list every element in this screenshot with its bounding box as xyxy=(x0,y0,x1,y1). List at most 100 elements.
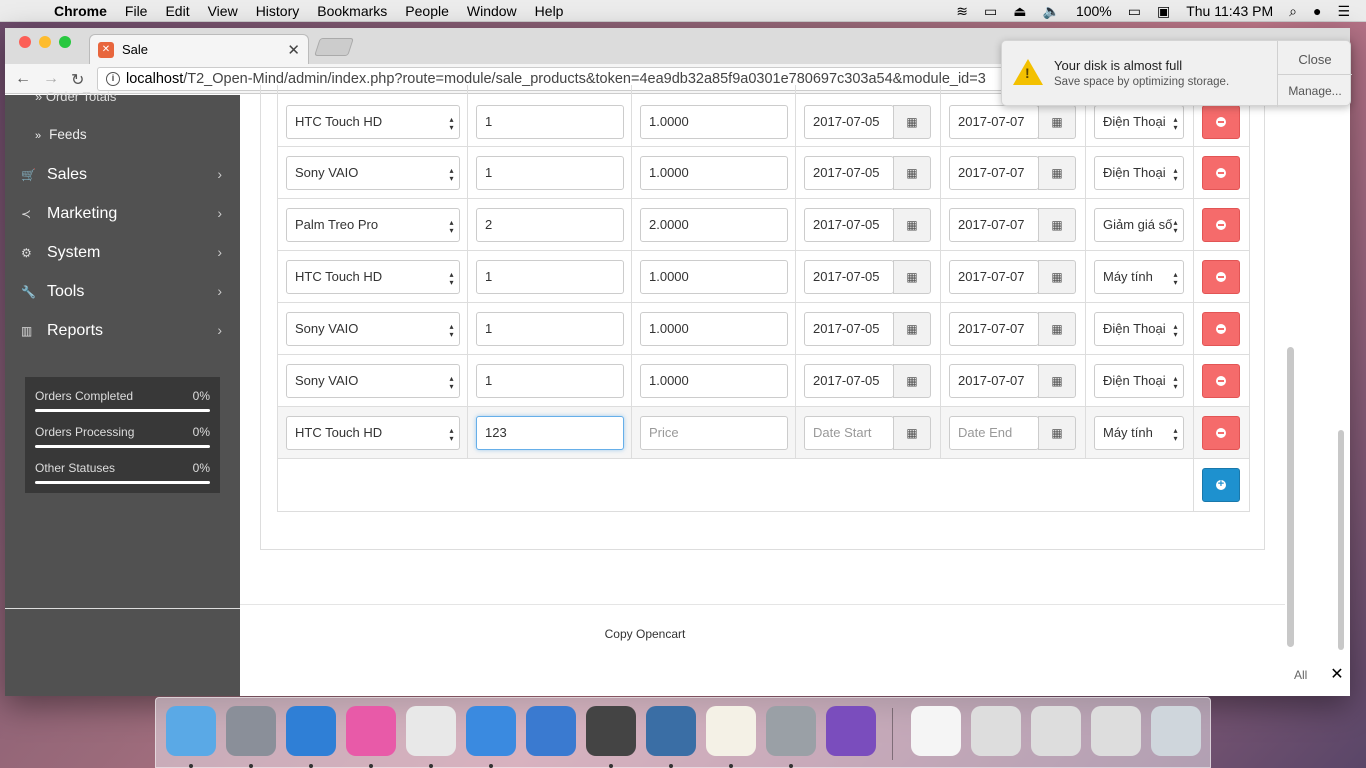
spotlight-icon[interactable]: ⌕ xyxy=(1289,3,1297,20)
calendar-icon[interactable]: ▦ xyxy=(893,416,931,450)
calendar-icon[interactable]: ▦ xyxy=(893,156,931,190)
menu-edit[interactable]: Edit xyxy=(165,3,189,19)
sidebar-item-system[interactable]: ⚙ System › xyxy=(5,233,240,272)
calendar-icon[interactable]: ▦ xyxy=(893,260,931,294)
price-input[interactable]: 1.0000 xyxy=(640,105,788,139)
dock-screenshot-3-icon[interactable] xyxy=(1091,706,1141,756)
sidebar-item-order-totals[interactable]: » Order Totals xyxy=(35,89,116,104)
info-icon[interactable]: i xyxy=(106,72,120,87)
customer-group-select[interactable]: Điện Thoại xyxy=(1094,156,1184,190)
price-input[interactable]: 1.0000 xyxy=(640,312,788,346)
wifi-icon[interactable]: ≋ xyxy=(956,3,968,20)
dock-document-icon[interactable] xyxy=(911,706,961,756)
dock-xcode-icon[interactable] xyxy=(526,706,576,756)
date-start-input[interactable]: Date Start xyxy=(804,416,894,450)
dock-launchpad-icon[interactable] xyxy=(226,706,276,768)
menu-view[interactable]: View xyxy=(208,3,238,19)
date-end-input[interactable]: Date End xyxy=(949,416,1039,450)
calendar-icon[interactable]: ▦ xyxy=(893,364,931,398)
customer-group-select[interactable]: Điện Thoại xyxy=(1094,312,1184,346)
calendar-icon[interactable]: ▦ xyxy=(893,105,931,139)
notification-close-button[interactable]: Close xyxy=(1278,52,1352,67)
dock-mysql-workbench-icon[interactable] xyxy=(646,706,696,768)
date-start-input[interactable]: 2017-07-05 xyxy=(804,156,894,190)
quantity-input[interactable]: 1 xyxy=(476,260,624,294)
calendar-icon[interactable]: ▦ xyxy=(1038,312,1076,346)
close-tab-icon[interactable]: ✕ xyxy=(287,41,300,59)
dock-sublime-text-icon[interactable] xyxy=(586,706,636,768)
quantity-input[interactable]: 1 xyxy=(476,364,624,398)
calendar-icon[interactable]: ▦ xyxy=(893,208,931,242)
remove-row-button[interactable] xyxy=(1202,312,1240,346)
customer-group-select[interactable]: Máy tính xyxy=(1094,260,1184,294)
add-row-button[interactable] xyxy=(1202,468,1240,502)
product-select[interactable]: HTC Touch HD xyxy=(286,416,460,450)
sidebar-item-sales[interactable]: 🛒 Sales › xyxy=(5,155,240,194)
menu-people[interactable]: People xyxy=(405,3,449,19)
remove-row-button[interactable] xyxy=(1202,105,1240,139)
customer-group-select[interactable]: Điện Thoại xyxy=(1094,105,1184,139)
calendar-icon[interactable]: ▦ xyxy=(1038,260,1076,294)
product-select[interactable]: HTC Touch HD xyxy=(286,105,460,139)
quantity-input[interactable]: 1 xyxy=(476,105,624,139)
price-input[interactable]: 1.0000 xyxy=(640,156,788,190)
quantity-input[interactable]: 1 xyxy=(476,312,624,346)
price-input[interactable]: Price xyxy=(640,416,788,450)
dock-chrome-icon[interactable] xyxy=(406,706,456,768)
calendar-icon[interactable]: ▦ xyxy=(893,312,931,346)
quantity-input[interactable]: 123 xyxy=(476,416,624,450)
date-end-input[interactable]: 2017-07-07 xyxy=(949,364,1039,398)
price-input[interactable]: 1.0000 xyxy=(640,364,788,398)
eject-icon[interactable]: ⏏ xyxy=(1013,3,1026,20)
price-input[interactable]: 1.0000 xyxy=(640,260,788,294)
page-scrollbar-thumb[interactable] xyxy=(1287,347,1294,647)
remove-row-button[interactable] xyxy=(1202,156,1240,190)
remove-row-button[interactable] xyxy=(1202,364,1240,398)
dock-trash-icon[interactable] xyxy=(1151,706,1201,756)
remove-row-button[interactable] xyxy=(1202,416,1240,450)
calendar-icon[interactable]: ▦ xyxy=(1038,364,1076,398)
menu-help[interactable]: Help xyxy=(535,3,564,19)
date-start-input[interactable]: 2017-07-05 xyxy=(804,364,894,398)
date-end-input[interactable]: 2017-07-07 xyxy=(949,105,1039,139)
menu-window[interactable]: Window xyxy=(467,3,517,19)
minimize-window-button[interactable] xyxy=(39,36,51,48)
dock-safari-icon[interactable] xyxy=(286,706,336,768)
price-input[interactable]: 2.0000 xyxy=(640,208,788,242)
menu-bookmarks[interactable]: Bookmarks xyxy=(317,3,387,19)
close-window-button[interactable] xyxy=(19,36,31,48)
calendar-icon[interactable]: ▦ xyxy=(1038,105,1076,139)
menu-file[interactable]: File xyxy=(125,3,148,19)
calendar-icon[interactable]: ▦ xyxy=(1038,156,1076,190)
notification-center-icon[interactable]: ☰ xyxy=(1337,3,1350,20)
dock-simulator-icon[interactable] xyxy=(466,706,516,768)
customer-group-select[interactable]: Máy tính xyxy=(1094,416,1184,450)
dock-finder-icon[interactable] xyxy=(166,706,216,768)
new-tab-button[interactable] xyxy=(314,38,354,56)
forward-arrow-icon[interactable]: → xyxy=(43,70,59,88)
tab-sale[interactable]: ✕ Sale ✕ xyxy=(89,34,309,64)
menu-history[interactable]: History xyxy=(256,3,300,19)
dock-github-desktop-icon[interactable] xyxy=(826,706,876,756)
remove-row-button[interactable] xyxy=(1202,208,1240,242)
airplay-icon[interactable]: ▭ xyxy=(984,3,997,20)
downloads-show-all-button[interactable]: All xyxy=(1294,660,1324,690)
battery-percent[interactable]: 100% xyxy=(1076,3,1112,19)
volume-icon[interactable]: 🔈 xyxy=(1043,3,1060,20)
dock-system-preferences-icon[interactable] xyxy=(766,706,816,768)
input-source-icon[interactable]: ▣ xyxy=(1157,3,1170,20)
back-arrow-icon[interactable]: ← xyxy=(15,70,31,88)
menu-app-name[interactable]: Chrome xyxy=(54,3,107,19)
reload-icon[interactable]: ↻ xyxy=(71,70,84,90)
sidebar-item-feeds[interactable]: » Feeds xyxy=(5,115,240,155)
dock-textedit-icon[interactable] xyxy=(706,706,756,768)
user-avatar-icon[interactable]: ● xyxy=(1313,3,1321,19)
customer-group-select[interactable]: Điện Thoại xyxy=(1094,364,1184,398)
product-select[interactable]: Sony VAIO xyxy=(286,364,460,398)
sidebar-item-tools[interactable]: 🔧 Tools › xyxy=(5,272,240,311)
product-select[interactable]: Palm Treo Pro xyxy=(286,208,460,242)
date-start-input[interactable]: 2017-07-05 xyxy=(804,260,894,294)
product-select[interactable]: HTC Touch HD xyxy=(286,260,460,294)
quantity-input[interactable]: 2 xyxy=(476,208,624,242)
downloads-close-icon[interactable]: ✕ xyxy=(1324,660,1350,690)
